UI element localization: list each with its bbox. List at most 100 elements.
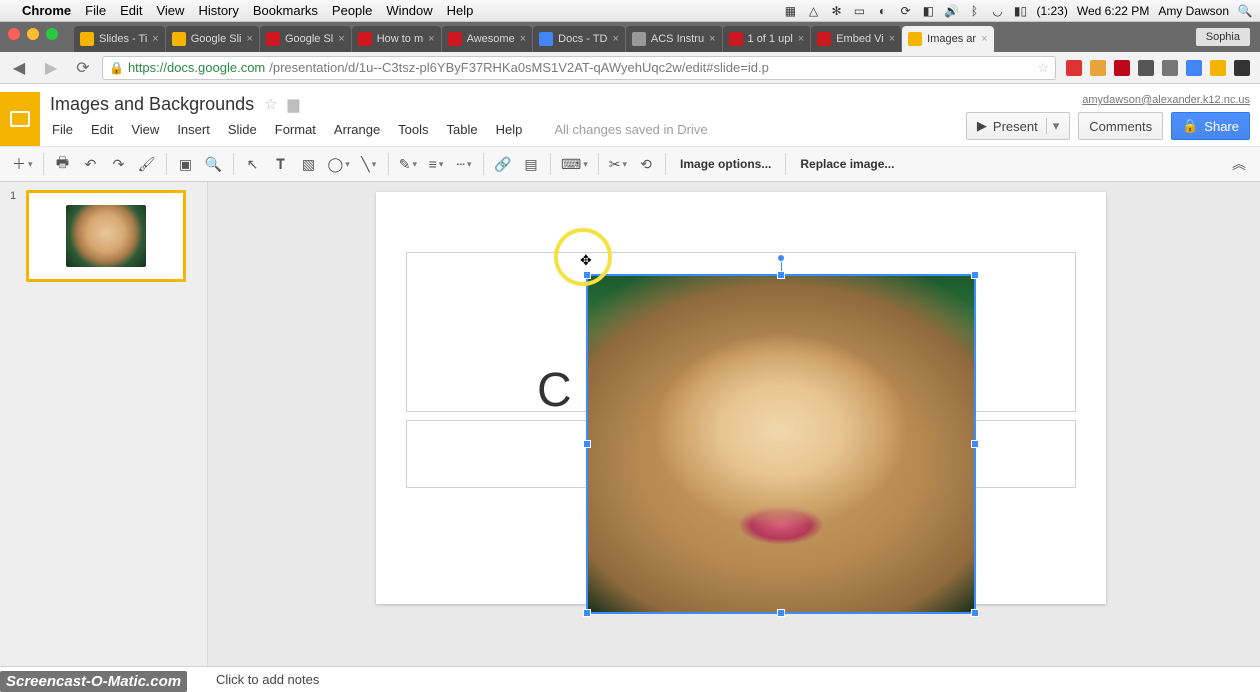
- browser-tab[interactable]: Docs - TD×: [533, 26, 625, 52]
- window-close-button[interactable]: [8, 28, 20, 40]
- tab-close-icon[interactable]: ×: [709, 33, 715, 45]
- speaker-notes[interactable]: Click to add notes: [0, 666, 1260, 692]
- menubar-icon-1[interactable]: ▦: [783, 4, 797, 18]
- tab-close-icon[interactable]: ×: [798, 33, 804, 45]
- selected-image[interactable]: [586, 274, 976, 614]
- comments-button[interactable]: Comments: [1078, 112, 1163, 140]
- browser-tab[interactable]: Awesome×: [442, 26, 533, 52]
- extension-icon[interactable]: [1162, 60, 1178, 76]
- slides-logo[interactable]: [0, 92, 40, 146]
- zoom-button[interactable]: 🔍: [201, 151, 227, 177]
- reload-button[interactable]: ⟳: [70, 55, 96, 81]
- extension-icon[interactable]: [1138, 60, 1154, 76]
- menubar-drive-icon[interactable]: △: [806, 4, 820, 18]
- line-weight-button[interactable]: ≡▾: [423, 151, 449, 177]
- tab-close-icon[interactable]: ×: [981, 33, 987, 45]
- menu-format[interactable]: Format: [275, 122, 316, 137]
- back-button[interactable]: ◀: [6, 55, 32, 81]
- pinterest-icon[interactable]: [1114, 60, 1130, 76]
- shape-tool[interactable]: ◯▾: [324, 151, 354, 177]
- browser-tab[interactable]: 1 of 1 upl×: [723, 26, 811, 52]
- mac-menu-window[interactable]: Window: [386, 3, 432, 18]
- resize-handle-nw[interactable]: [583, 271, 591, 279]
- resize-handle-n[interactable]: [777, 271, 785, 279]
- extension-icon[interactable]: [1186, 60, 1202, 76]
- menu-insert[interactable]: Insert: [177, 122, 210, 137]
- share-button[interactable]: 🔒Share: [1171, 112, 1250, 140]
- mac-menu-file[interactable]: File: [85, 3, 106, 18]
- forward-button[interactable]: ▶: [38, 55, 64, 81]
- menubar-icon-5[interactable]: ◐: [875, 4, 889, 18]
- comment-insert-button[interactable]: ▤: [518, 151, 544, 177]
- chrome-menu-icon[interactable]: [1234, 60, 1250, 76]
- slide-thumb-frame[interactable]: [26, 190, 186, 282]
- mac-menu-history[interactable]: History: [198, 3, 238, 18]
- toolbar-overflow-button[interactable]: ︽: [1226, 151, 1252, 177]
- window-minimize-button[interactable]: [27, 28, 39, 40]
- menubar-volume-icon[interactable]: 🔊: [944, 4, 958, 18]
- reset-image-button[interactable]: ⟲: [633, 151, 659, 177]
- undo-button[interactable]: ↶: [78, 151, 104, 177]
- slide-canvas[interactable]: C ✥: [376, 192, 1106, 604]
- paint-format-button[interactable]: 🖌: [134, 151, 160, 177]
- window-maximize-button[interactable]: [46, 28, 58, 40]
- menu-arrange[interactable]: Arrange: [334, 122, 380, 137]
- mac-menu-view[interactable]: View: [156, 3, 184, 18]
- line-color-button[interactable]: ✎▾: [395, 151, 421, 177]
- tab-close-icon[interactable]: ×: [889, 33, 895, 45]
- browser-tab[interactable]: Images ar×: [902, 26, 993, 52]
- browser-tab[interactable]: ACS Instru×: [626, 26, 722, 52]
- menubar-clock[interactable]: Wed 6:22 PM: [1077, 4, 1149, 18]
- resize-handle-e[interactable]: [971, 440, 979, 448]
- slide-thumbnail[interactable]: 1: [10, 190, 197, 282]
- rotate-handle[interactable]: [777, 254, 785, 262]
- extension-icon[interactable]: [1090, 60, 1106, 76]
- canvas-area[interactable]: C ✥: [208, 182, 1260, 666]
- resize-handle-se[interactable]: [971, 609, 979, 617]
- bookmark-star-icon[interactable]: ☆: [1037, 60, 1049, 76]
- address-bar[interactable]: 🔒 https://docs.google.com/presentation/d…: [102, 56, 1056, 80]
- mac-menu-people[interactable]: People: [332, 3, 372, 18]
- menubar-battery-icon[interactable]: ▮▯: [1013, 4, 1027, 18]
- menu-help[interactable]: Help: [496, 122, 523, 137]
- textbox-tool[interactable]: 𝐓: [268, 151, 294, 177]
- line-dash-button[interactable]: ┄▾: [451, 151, 477, 177]
- mac-menu-edit[interactable]: Edit: [120, 3, 142, 18]
- mac-menu-bookmarks[interactable]: Bookmarks: [253, 3, 318, 18]
- tab-close-icon[interactable]: ×: [152, 33, 158, 45]
- menu-tools[interactable]: Tools: [398, 122, 428, 137]
- replace-image-button[interactable]: Replace image...: [792, 151, 902, 177]
- crop-button[interactable]: ✂▾: [605, 151, 631, 177]
- resize-handle-w[interactable]: [583, 440, 591, 448]
- tab-close-icon[interactable]: ×: [338, 33, 344, 45]
- resize-handle-ne[interactable]: [971, 271, 979, 279]
- menubar-icon-6[interactable]: ⟳: [898, 4, 912, 18]
- move-folder-icon[interactable]: ▆: [288, 95, 300, 113]
- menubar-bluetooth-icon[interactable]: ᛒ: [967, 4, 981, 18]
- present-dropdown[interactable]: ▾: [1046, 118, 1060, 134]
- menu-slide[interactable]: Slide: [228, 122, 257, 137]
- link-button[interactable]: 🔗: [490, 151, 516, 177]
- select-tool[interactable]: ↖: [240, 151, 266, 177]
- browser-tab[interactable]: Slides - Ti×: [74, 26, 165, 52]
- tab-close-icon[interactable]: ×: [428, 33, 434, 45]
- document-title[interactable]: Images and Backgrounds: [50, 94, 254, 115]
- account-email[interactable]: amydawson@alexander.k12.nc.us: [1082, 94, 1250, 106]
- spotlight-icon[interactable]: 🔍: [1238, 4, 1252, 18]
- new-slide-button[interactable]: ＋▾: [8, 151, 37, 177]
- tab-close-icon[interactable]: ×: [612, 33, 618, 45]
- menubar-icon-7[interactable]: ◧: [921, 4, 935, 18]
- input-tools-button[interactable]: ⌨▾: [557, 151, 592, 177]
- chrome-profile-button[interactable]: Sophia: [1196, 28, 1250, 46]
- tab-close-icon[interactable]: ×: [520, 33, 526, 45]
- browser-tab[interactable]: How to m×: [352, 26, 441, 52]
- menubar-wifi-icon[interactable]: ◡: [990, 4, 1004, 18]
- filmstrip[interactable]: 1: [0, 182, 208, 666]
- redo-button[interactable]: ↷: [106, 151, 132, 177]
- extension-icon[interactable]: [1210, 60, 1226, 76]
- print-button[interactable]: 🖶: [50, 151, 76, 177]
- present-button[interactable]: ▶Present▾: [966, 112, 1070, 140]
- menu-view[interactable]: View: [131, 122, 159, 137]
- tab-close-icon[interactable]: ×: [247, 33, 253, 45]
- image-tool[interactable]: ▧: [296, 151, 322, 177]
